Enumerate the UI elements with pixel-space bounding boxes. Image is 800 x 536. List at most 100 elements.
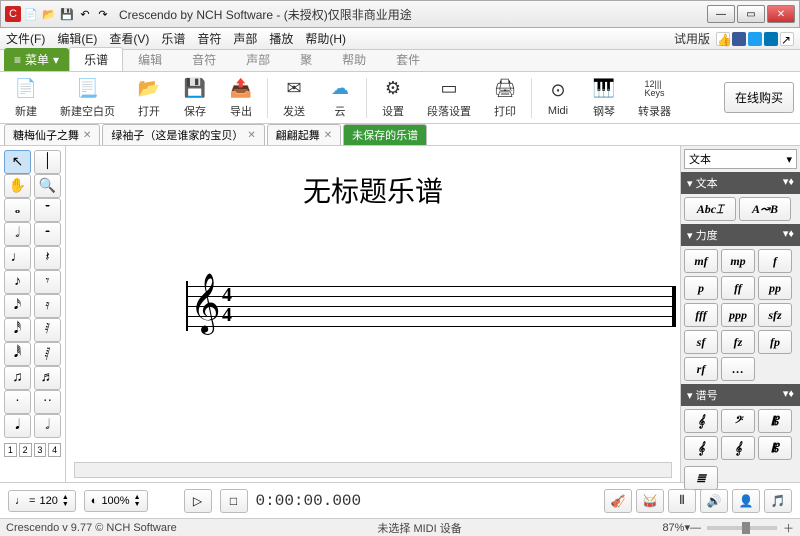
close-button[interactable]: ✕ xyxy=(767,5,795,23)
tool-button[interactable]: · xyxy=(4,390,31,414)
score-canvas[interactable]: 无标题乐谱 𝄞 4 4 xyxy=(66,146,680,482)
qa-open-icon[interactable]: 📂 xyxy=(41,6,57,22)
thumbs-icon[interactable]: 👍 xyxy=(716,32,730,46)
dynamic-button[interactable]: ff xyxy=(721,276,755,300)
close-tab-icon[interactable]: ✕ xyxy=(324,130,332,141)
dynamic-button[interactable]: fp xyxy=(758,330,792,354)
dynamic-button[interactable]: sf xyxy=(684,330,718,354)
piano-button[interactable]: 🎹钢琴 xyxy=(584,75,624,121)
tool-button[interactable]: 𝅝 xyxy=(4,198,31,222)
tool-button[interactable]: 𝄻 xyxy=(34,198,61,222)
clef-button[interactable]: 𝄡 xyxy=(758,409,792,433)
section-header-text[interactable]: ▾ 文本▾♦ xyxy=(681,172,800,194)
playbar-icon-button[interactable]: 🔊 xyxy=(700,489,728,513)
minimize-button[interactable]: — xyxy=(707,5,735,23)
buy-button[interactable]: 在线购买 xyxy=(724,82,794,113)
save-button[interactable]: 💾保存 xyxy=(175,75,215,121)
ribbon-tab-group[interactable]: 聚 xyxy=(285,47,327,71)
tool-button[interactable]: 𝅁 xyxy=(34,342,61,366)
dynamic-button[interactable]: f xyxy=(758,249,792,273)
menu-parts[interactable]: 声部 xyxy=(233,30,257,47)
playbar-icon-button[interactable]: 🎵 xyxy=(764,489,792,513)
clef-button[interactable]: 𝄡 xyxy=(758,436,792,460)
tool-button[interactable]: │ xyxy=(34,150,61,174)
menu-score[interactable]: 乐谱 xyxy=(161,30,185,47)
main-menu-button[interactable]: ≡ 菜单 ▾ xyxy=(4,48,69,71)
ribbon-tab-parts[interactable]: 声部 xyxy=(231,47,285,71)
qa-undo-icon[interactable]: ↶ xyxy=(77,6,93,22)
menu-edit[interactable]: 编辑(E) xyxy=(57,30,97,47)
dynamic-button[interactable]: mf xyxy=(684,249,718,273)
dynamic-button[interactable]: p xyxy=(684,276,718,300)
doc-tab[interactable]: 绿袖子（这是谁家的宝贝）✕ xyxy=(102,124,264,145)
category-dropdown[interactable]: 文本▾ xyxy=(684,149,797,169)
section-button[interactable]: ▭段落设置 xyxy=(419,75,479,121)
cloud-button[interactable]: ☁云 xyxy=(320,75,360,121)
tool-button[interactable]: 𝄽 xyxy=(34,246,61,270)
close-tab-icon[interactable]: ✕ xyxy=(83,130,91,141)
menu-help[interactable]: 帮助(H) xyxy=(305,30,346,47)
tool-button[interactable]: ♫ xyxy=(4,366,31,390)
tool-button[interactable]: ✋ xyxy=(4,174,31,198)
tool-button[interactable]: 𝄾 xyxy=(34,270,61,294)
dynamic-button[interactable]: rf xyxy=(684,357,718,381)
dynamic-button[interactable]: mp xyxy=(721,249,755,273)
tool-button[interactable]: 🔍 xyxy=(34,174,61,198)
tool-button[interactable]: 𝅘𝅥𝅱 xyxy=(4,342,31,366)
dynamic-button[interactable]: fff xyxy=(684,303,718,327)
page-tab[interactable]: 3 xyxy=(34,443,47,457)
tempo-control[interactable]: ♩ =120▲▼ xyxy=(8,490,76,512)
ribbon-tab-notes[interactable]: 音符 xyxy=(177,47,231,71)
ribbon-tab-kit[interactable]: 套件 xyxy=(381,47,435,71)
open-button[interactable]: 📂打开 xyxy=(129,75,169,121)
playbar-icon-button[interactable]: 🎻 xyxy=(604,489,632,513)
zoom-slider[interactable] xyxy=(707,526,777,530)
tool-button[interactable]: ·· xyxy=(34,390,61,414)
clef-button[interactable]: 𝄢 xyxy=(721,409,755,433)
facebook-icon[interactable] xyxy=(732,32,746,46)
tool-button[interactable]: ♪ xyxy=(4,270,31,294)
ribbon-tab-score[interactable]: 乐谱 xyxy=(69,47,123,71)
ribbon-tab-edit[interactable]: 编辑 xyxy=(123,47,177,71)
close-tab-icon[interactable]: ✕ xyxy=(247,130,255,141)
tool-button[interactable]: ↖ xyxy=(4,150,31,174)
tool-button[interactable]: 𝅘𝅥 xyxy=(4,414,31,438)
settings-button[interactable]: ⚙设置 xyxy=(373,75,413,121)
page-tab[interactable]: 1 xyxy=(4,443,17,457)
tool-button[interactable]: 𝅗𝅥 xyxy=(4,222,31,246)
tool-button[interactable]: ♬ xyxy=(34,366,61,390)
tool-button[interactable]: ♩ xyxy=(4,246,31,270)
section-header-clefs[interactable]: ▾ 谱号▾♦ xyxy=(681,384,800,406)
section-header-dynamics[interactable]: ▾ 力度▾♦ xyxy=(681,224,800,246)
send-button[interactable]: ✉发送 xyxy=(274,75,314,121)
dynamic-button[interactable]: fz xyxy=(721,330,755,354)
zoom-in-button[interactable]: ＋ xyxy=(783,520,794,536)
clef-button[interactable]: 𝄞 xyxy=(684,436,718,460)
export-button[interactable]: 📤导出 xyxy=(221,75,261,121)
menu-notes[interactable]: 音符 xyxy=(197,30,221,47)
qa-new-icon[interactable]: 📄 xyxy=(23,6,39,22)
doc-tab[interactable]: 翩翩起舞✕ xyxy=(267,124,341,145)
zoom-control[interactable]: ◐100%▲▼ xyxy=(84,490,148,512)
dynamic-button[interactable]: sfz xyxy=(758,303,792,327)
midi-button[interactable]: ⊙Midi xyxy=(538,77,578,119)
tool-button[interactable]: 𝅗𝅥 xyxy=(34,414,61,438)
menu-view[interactable]: 查看(V) xyxy=(109,30,149,47)
stop-button[interactable]: □ xyxy=(220,489,248,513)
doc-tab-active[interactable]: 未保存的乐谱 xyxy=(343,124,427,145)
page-tab[interactable]: 2 xyxy=(19,443,32,457)
doc-tab[interactable]: 糖梅仙子之舞✕ xyxy=(4,124,100,145)
clef-button[interactable]: 𝄞 xyxy=(721,436,755,460)
horizontal-scrollbar[interactable] xyxy=(74,462,672,478)
ribbon-tab-help[interactable]: 帮助 xyxy=(327,47,381,71)
dynamic-button[interactable]: ppp xyxy=(721,303,755,327)
tempo-stepper[interactable]: ▲▼ xyxy=(62,494,69,508)
dynamic-button[interactable]: pp xyxy=(758,276,792,300)
play-button[interactable]: ▷ xyxy=(184,489,212,513)
menu-file[interactable]: 文件(F) xyxy=(6,30,45,47)
tool-button[interactable]: 𝅀 xyxy=(34,318,61,342)
converter-button[interactable]: 12|||Keys转录器 xyxy=(630,75,679,121)
new-button[interactable]: 📄新建 xyxy=(6,75,46,121)
text-tool[interactable]: A↝B xyxy=(739,197,791,221)
twitter-icon[interactable] xyxy=(748,32,762,46)
